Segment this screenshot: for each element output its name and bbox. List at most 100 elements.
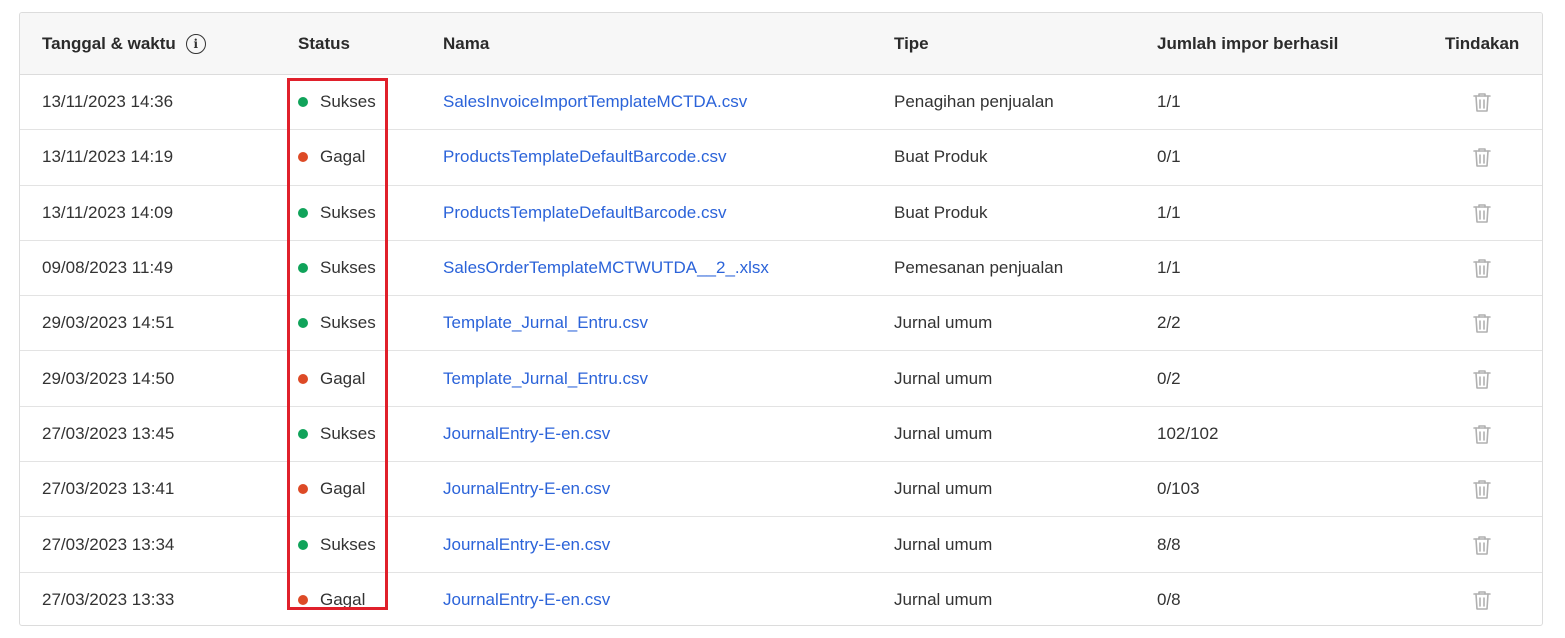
row-name: JournalEntry-E-en.csv <box>443 407 610 461</box>
row-count: 1/1 <box>1157 258 1181 278</box>
row-status: Sukses <box>298 75 376 129</box>
row-type: Pemesanan penjualan <box>894 258 1064 278</box>
table-row: 27/03/2023 13:34 Sukses JournalEntry-E-e… <box>20 517 1542 573</box>
file-link[interactable]: JournalEntry-E-en.csv <box>443 590 610 610</box>
row-datetime: 27/03/2023 13:41 <box>42 479 175 499</box>
row-type: Jurnal umum <box>894 368 993 388</box>
row-datetime: 13/11/2023 14:19 <box>42 147 174 167</box>
row-action <box>1472 573 1492 625</box>
table-body: 13/11/2023 14:36 Sukses SalesInvoiceImpo… <box>20 75 1542 625</box>
row-name: SalesOrderTemplateMCTWUTDA__2_.xlsx <box>443 241 769 295</box>
file-link[interactable]: JournalEntry-E-en.csv <box>443 424 610 444</box>
status-dot-icon <box>298 595 308 606</box>
row-datetime: 29/03/2023 14:51 <box>42 313 175 333</box>
status-dot-icon <box>298 428 308 439</box>
header-status: Status <box>298 33 350 53</box>
trash-icon[interactable] <box>1472 368 1492 390</box>
row-status: Gagal <box>298 462 365 516</box>
table-row: 13/11/2023 14:19 Gagal ProductsTemplateD… <box>20 130 1542 186</box>
row-name: ProductsTemplateDefaultBarcode.csv <box>443 130 726 184</box>
file-link[interactable]: JournalEntry-E-en.csv <box>443 535 610 555</box>
header-action: Tindakan <box>1445 33 1520 53</box>
trash-icon[interactable] <box>1472 534 1492 556</box>
import-history-table: Tanggal & waktu i Status Nama Tipe Jumla… <box>19 12 1543 626</box>
row-datetime: 27/03/2023 13:33 <box>42 590 175 610</box>
info-icon[interactable]: i <box>185 33 206 54</box>
row-datetime: 13/11/2023 14:09 <box>42 202 174 222</box>
status-label: Sukses <box>320 313 376 333</box>
row-action <box>1472 296 1492 350</box>
trash-icon[interactable] <box>1472 312 1492 334</box>
table-row: 09/08/2023 11:49 Sukses SalesOrderTempla… <box>20 241 1542 297</box>
row-action <box>1472 186 1492 240</box>
status-label: Sukses <box>320 202 376 222</box>
status-label: Sukses <box>320 92 376 112</box>
status-dot-icon <box>298 539 308 550</box>
row-count: 0/8 <box>1157 590 1181 610</box>
status-label: Gagal <box>320 479 366 499</box>
table-row: 29/03/2023 14:51 Sukses Template_Jurnal_… <box>20 296 1542 352</box>
row-name: SalesInvoiceImportTemplateMCTDA.csv <box>443 75 747 129</box>
file-link[interactable]: ProductsTemplateDefaultBarcode.csv <box>443 147 726 167</box>
file-link[interactable]: Template_Jurnal_Entru.csv <box>443 369 648 389</box>
file-link[interactable]: Template_Jurnal_Entru.csv <box>443 313 648 333</box>
row-count: 0/1 <box>1157 147 1181 167</box>
table-row: 27/03/2023 13:41 Gagal JournalEntry-E-en… <box>20 462 1542 518</box>
status-dot-icon <box>298 263 308 274</box>
trash-icon[interactable] <box>1472 202 1492 224</box>
row-status: Sukses <box>298 517 376 571</box>
row-type: Jurnal umum <box>894 479 993 499</box>
table-row: 13/11/2023 14:36 Sukses SalesInvoiceImpo… <box>20 75 1542 131</box>
table-header: Tanggal & waktu i Status Nama Tipe Jumla… <box>20 13 1542 75</box>
status-dot-icon <box>298 97 308 108</box>
row-status: Sukses <box>298 296 376 350</box>
status-label: Gagal <box>320 590 366 610</box>
table-row: 29/03/2023 14:50 Gagal Template_Jurnal_E… <box>20 351 1542 407</box>
trash-icon[interactable] <box>1472 257 1492 279</box>
trash-icon[interactable] <box>1472 423 1492 445</box>
row-status: Sukses <box>298 186 376 240</box>
status-label: Sukses <box>320 423 376 443</box>
table-row: 13/11/2023 14:09 Sukses ProductsTemplate… <box>20 186 1542 241</box>
row-action <box>1472 75 1492 129</box>
file-link[interactable]: SalesInvoiceImportTemplateMCTDA.csv <box>443 92 747 112</box>
header-name: Nama <box>443 33 490 53</box>
trash-icon[interactable] <box>1472 478 1492 500</box>
trash-icon[interactable] <box>1472 589 1492 611</box>
row-action <box>1472 130 1492 184</box>
row-type: Jurnal umum <box>894 313 993 333</box>
row-status: Sukses <box>298 241 376 295</box>
row-action <box>1472 462 1492 516</box>
row-datetime: 29/03/2023 14:50 <box>42 368 175 388</box>
row-status: Gagal <box>298 130 365 184</box>
row-name: Template_Jurnal_Entru.csv <box>443 351 648 405</box>
row-count: 1/1 <box>1157 92 1181 112</box>
row-type: Penagihan penjualan <box>894 92 1054 112</box>
row-name: JournalEntry-E-en.csv <box>443 517 610 571</box>
row-type: Jurnal umum <box>894 590 993 610</box>
row-action <box>1472 517 1492 571</box>
file-link[interactable]: ProductsTemplateDefaultBarcode.csv <box>443 203 726 223</box>
row-datetime: 13/11/2023 14:36 <box>42 92 174 112</box>
table-row: 27/03/2023 13:33 Gagal JournalEntry-E-en… <box>20 573 1542 625</box>
row-type: Jurnal umum <box>894 423 993 443</box>
file-link[interactable]: JournalEntry-E-en.csv <box>443 479 610 499</box>
status-dot-icon <box>298 373 308 384</box>
row-action <box>1472 351 1492 405</box>
trash-icon[interactable] <box>1472 91 1492 113</box>
status-label: Gagal <box>320 147 366 167</box>
status-dot-icon <box>298 484 308 495</box>
row-datetime: 27/03/2023 13:45 <box>42 423 175 443</box>
row-type: Buat Produk <box>894 202 988 222</box>
row-count: 1/1 <box>1157 202 1181 222</box>
row-action <box>1472 241 1492 295</box>
row-status: Sukses <box>298 407 376 461</box>
status-dot-icon <box>298 318 308 329</box>
trash-icon[interactable] <box>1472 146 1492 168</box>
header-type: Tipe <box>894 33 929 53</box>
row-count: 8/8 <box>1157 534 1181 554</box>
file-link[interactable]: SalesOrderTemplateMCTWUTDA__2_.xlsx <box>443 258 769 278</box>
row-action <box>1472 407 1492 461</box>
status-label: Sukses <box>320 258 376 278</box>
row-count: 2/2 <box>1157 313 1181 333</box>
